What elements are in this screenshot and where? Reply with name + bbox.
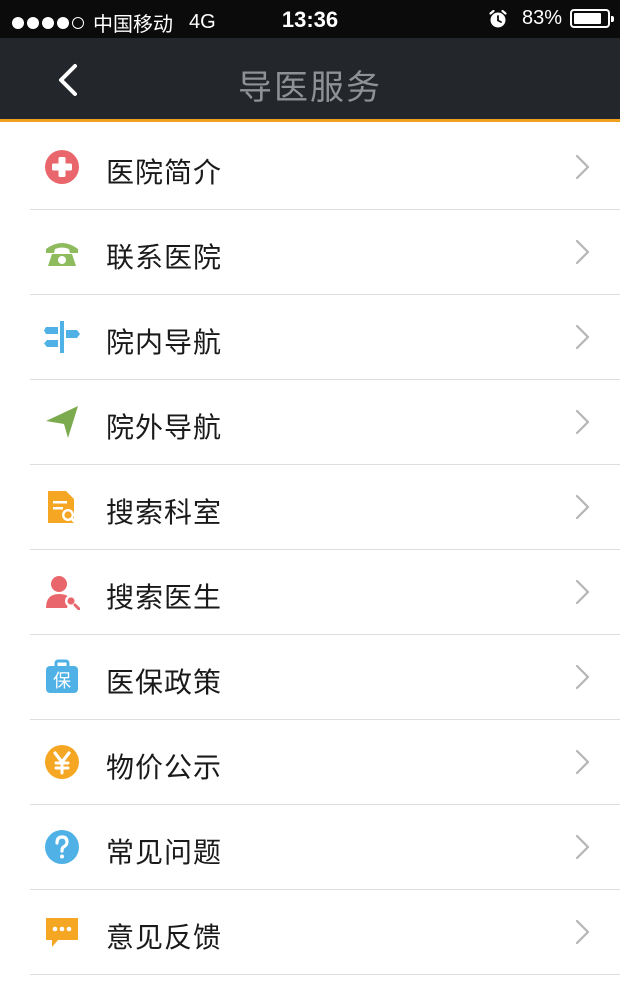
menu-item[interactable]: 院外导航	[0, 380, 620, 465]
menu-item[interactable]: 院内导航	[0, 295, 620, 380]
hospital-cross-icon	[44, 149, 80, 185]
chevron-right-icon	[574, 323, 592, 351]
chevron-right-icon	[574, 748, 592, 776]
battery-tip	[611, 16, 614, 22]
battery-icon	[570, 9, 614, 28]
department-search-icon	[44, 489, 80, 526]
menu-item-label: 搜索科室	[106, 496, 223, 529]
signpost-icon	[44, 319, 80, 355]
menu-item[interactable]: 意见反馈	[0, 890, 620, 975]
chevron-right-icon	[574, 493, 592, 521]
feedback-chat-icon	[44, 914, 80, 950]
menu-item-label: 院内导航	[106, 326, 223, 359]
battery-percentage: 83%	[521, 7, 562, 29]
chevron-right-icon	[574, 578, 592, 606]
alarm-clock-icon	[489, 9, 507, 27]
menu-item[interactable]: 联系医院	[0, 210, 620, 295]
menu-item[interactable]: 搜索医生	[0, 550, 620, 635]
telephone-icon	[44, 234, 80, 270]
page-title: 导医服务	[238, 68, 382, 108]
menu-item-label: 联系医院	[106, 241, 223, 274]
menu-item-label: 意见反馈	[106, 921, 223, 954]
menu-item-label: 常见问题	[106, 836, 223, 869]
battery-level-fill	[574, 13, 601, 24]
insurance-bag-icon: 保	[44, 659, 80, 695]
chevron-right-icon	[574, 918, 592, 946]
menu-item-label: 医保政策	[106, 666, 223, 699]
menu-item[interactable]: 搜索科室	[0, 465, 620, 550]
chevron-right-icon	[574, 663, 592, 691]
menu-item-label: 医院简介	[106, 156, 223, 189]
menu-item-label: 搜索医生	[106, 581, 223, 614]
status-bar: 中国移动 4G 13:36 83%	[0, 0, 620, 38]
chevron-right-icon	[574, 153, 592, 181]
menu-item-label: 院外导航	[106, 411, 223, 444]
service-menu-list: 医院简介联系医院院内导航院外导航搜索科室搜索医生保 医保政策物价公示常见问题意见反…	[0, 125, 620, 975]
location-arrow-icon	[44, 404, 80, 440]
navigation-bar: 导医服务	[0, 38, 620, 122]
chevron-right-icon	[574, 238, 592, 266]
chevron-right-icon	[574, 408, 592, 436]
doctor-search-icon	[44, 574, 81, 611]
menu-item[interactable]: 物价公示	[0, 720, 620, 805]
svg-text:保: 保	[53, 671, 71, 692]
question-icon	[44, 829, 80, 865]
chevron-right-icon	[574, 833, 592, 861]
menu-item[interactable]: 医院简介	[0, 125, 620, 210]
menu-item[interactable]: 常见问题	[0, 805, 620, 890]
row-divider	[30, 973, 620, 975]
yuan-coin-icon	[44, 744, 80, 780]
menu-item-label: 物价公示	[106, 751, 223, 784]
menu-item[interactable]: 保 医保政策	[0, 635, 620, 720]
status-right: 83%	[488, 7, 614, 30]
